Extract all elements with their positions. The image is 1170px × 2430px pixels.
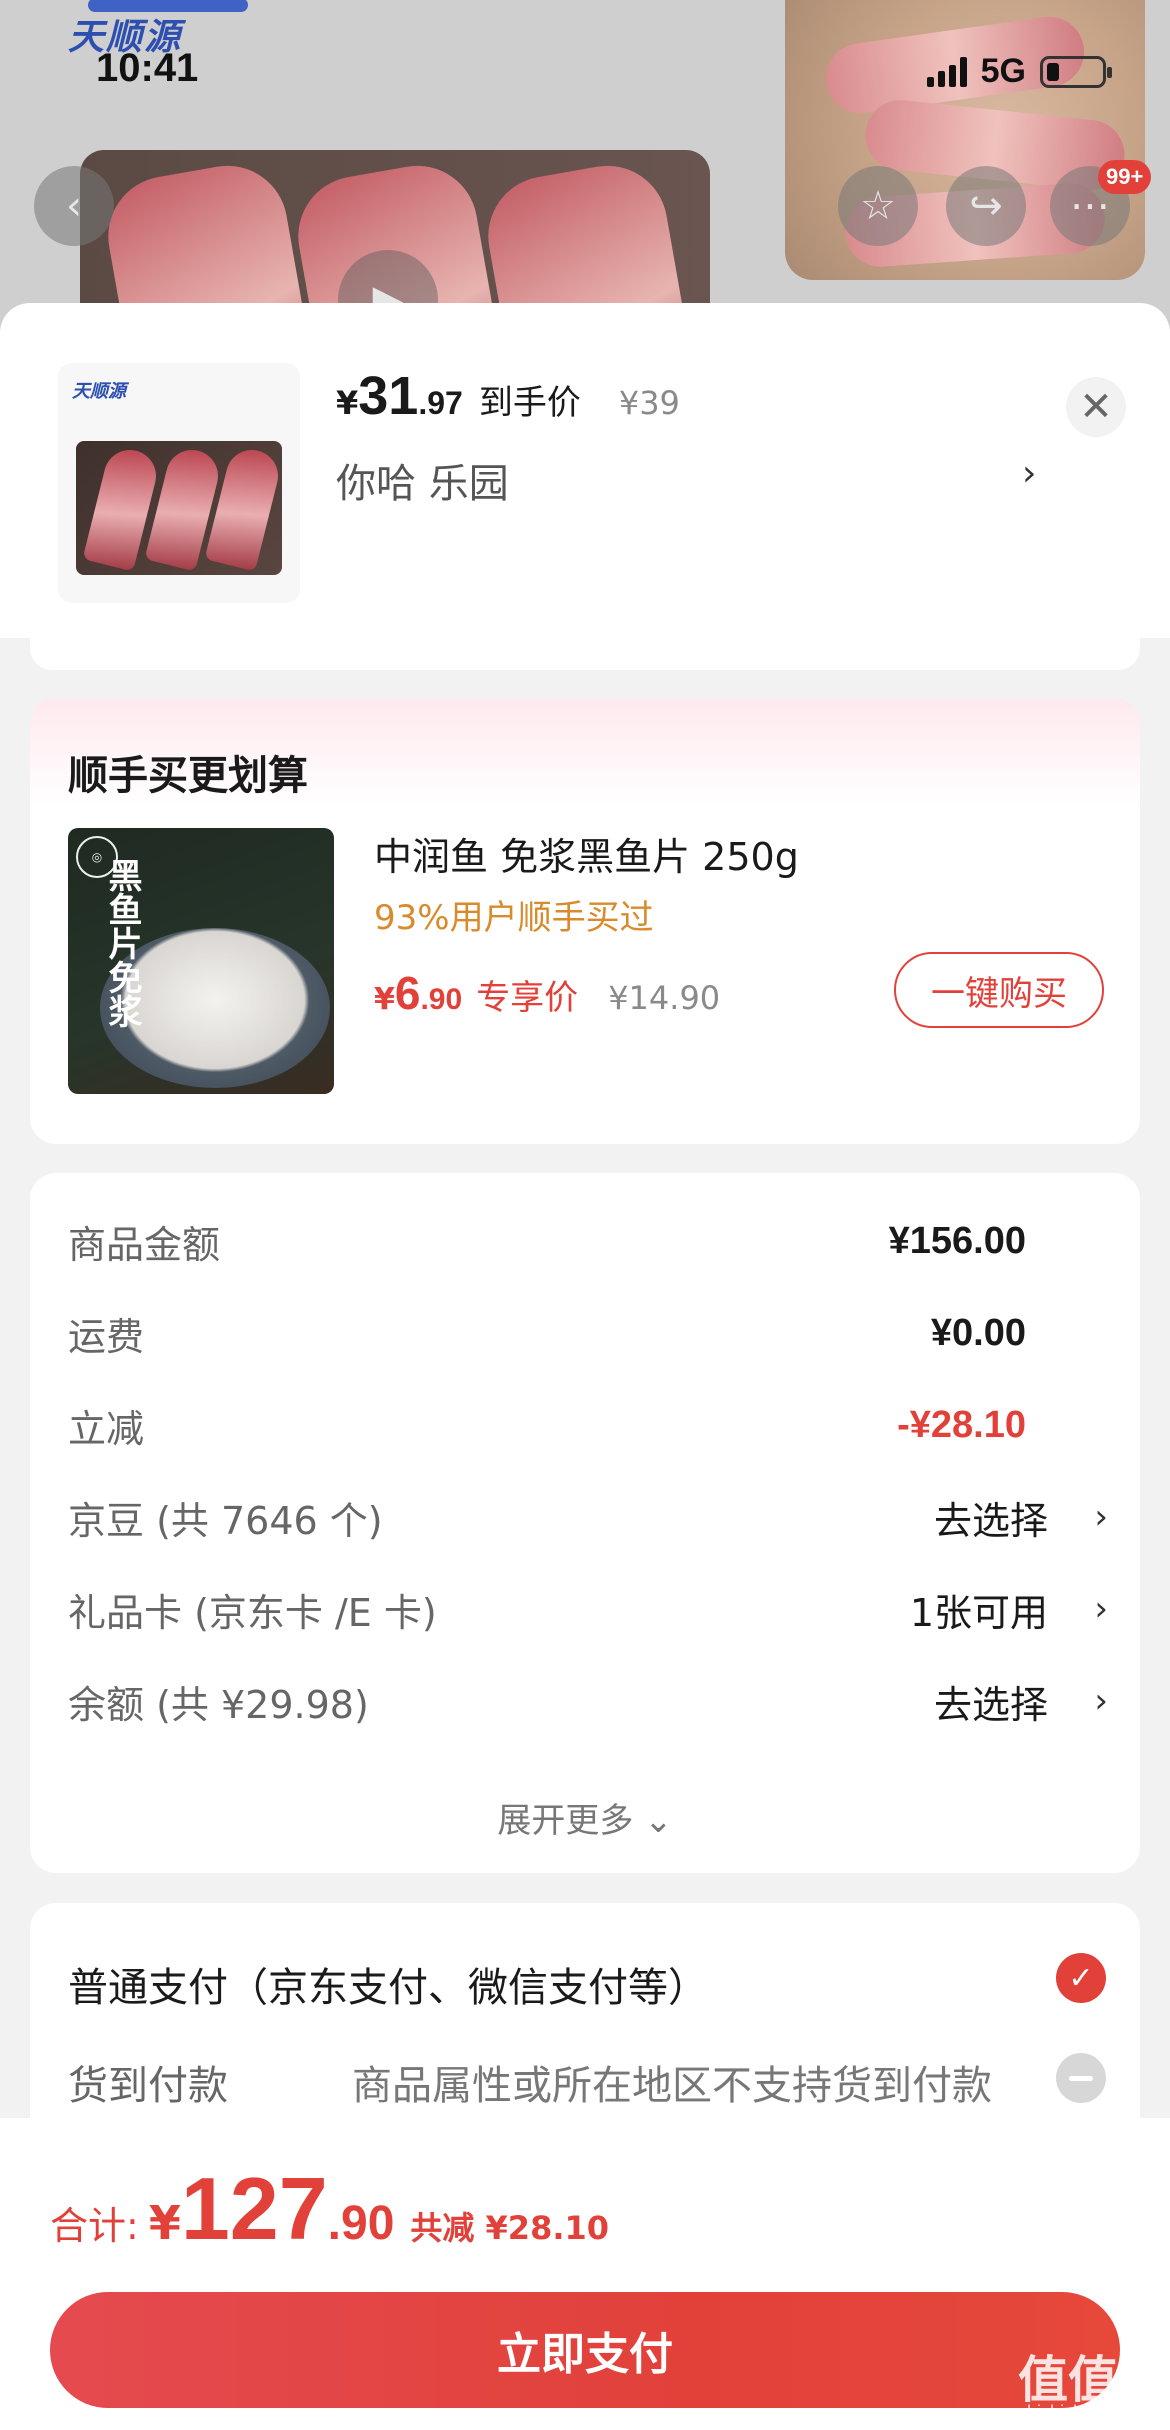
disabled-icon (1056, 2053, 1106, 2103)
share-icon[interactable]: ↪ (946, 166, 1026, 246)
signal-icon (926, 56, 967, 87)
upsell-product-name[interactable]: 中润鱼 免浆黑鱼片 250g (374, 826, 799, 881)
status-indicators: 5G (926, 52, 1112, 91)
summary-value: ¥0.00 (930, 1311, 1026, 1354)
upsell-price-currency: ¥ (374, 982, 395, 1017)
upsell-image-text: 黑鱼片免浆 (102, 858, 142, 1028)
summary-label: 运费 (68, 1314, 145, 1359)
summary-label: 立减 (68, 1406, 145, 1451)
summary-label: 余额 (共 ¥29.98) (68, 1682, 369, 1727)
network-label: 5G (980, 52, 1026, 90)
upsell-card: 顺手买更划算 ◎ 黑鱼片免浆 中润鱼 免浆黑鱼片 250g 93%用户顺手买过 … (30, 698, 1140, 1144)
payment-method-card: 普通支付（京东支付、微信支付等） ✓ 货到付款 商品属性或所在地区不支持货到付款 (30, 1903, 1140, 2123)
price-decimal: .97 (418, 385, 463, 421)
watermark-url: zhizhizhi.com (1018, 2402, 1127, 2422)
total-currency: ¥ (148, 2196, 181, 2250)
price-tag: 到手价 (478, 383, 581, 423)
battery-icon (1040, 55, 1112, 88)
checkout-footer: 合计: ¥ 127 .90 共减 ¥28.10 立即支付 (0, 2118, 1170, 2430)
original-price: ¥39 (618, 384, 680, 422)
summary-row-balance[interactable]: 余额 (共 ¥29.98) 去选择 › (68, 1671, 1108, 1731)
chevron-right-icon[interactable]: › (1094, 1681, 1108, 1721)
total-label: 合计: (50, 2204, 139, 2248)
chevron-right-icon[interactable]: › (1094, 1589, 1108, 1629)
price-currency: ¥ (336, 384, 359, 422)
summary-row-shipping: 运费 ¥0.00 (68, 1303, 1108, 1363)
upsell-original-price: ¥14.90 (608, 979, 721, 1017)
summary-label: 礼品卡 (京东卡 /E 卡) (68, 1590, 437, 1635)
summary-value: -¥28.10 (897, 1403, 1026, 1446)
background-product-page: 天顺源 10:41 5G ‹ ▶ ☆ ↪ ⋯ 99+ (0, 0, 1170, 330)
product-thumbnail: 天顺源 (58, 363, 300, 603)
thumb-brand: 天顺源 (72, 381, 126, 402)
upsell-price: ¥ 6 .90 专享价 ¥14.90 (374, 966, 720, 1020)
summary-value[interactable]: 1张可用 (910, 1582, 1048, 1637)
cart-badge: 99+ (1098, 160, 1152, 194)
total-saved: 共减 ¥28.10 (410, 2209, 610, 2247)
summary-label: 商品金额 (68, 1222, 221, 1267)
summary-row-goods: 商品金额 ¥156.00 (68, 1211, 1108, 1271)
summary-row-jingdou[interactable]: 京豆 (共 7646 个) 去选择 › (68, 1487, 1108, 1547)
upsell-product-image[interactable]: ◎ 黑鱼片免浆 (68, 828, 334, 1094)
upsell-price-integer: 6 (394, 967, 421, 1019)
price-summary-card: 商品金额 ¥156.00 运费 ¥0.00 立减 -¥28.10 京豆 (共 7… (30, 1173, 1140, 1873)
summary-value[interactable]: 去选择 (934, 1490, 1048, 1545)
favorite-icon[interactable]: ☆ (838, 166, 918, 246)
summary-row-giftcard[interactable]: 礼品卡 (京东卡 /E 卡) 1张可用 › (68, 1579, 1108, 1639)
upsell-stat: 93%用户顺手买过 (374, 898, 654, 938)
chevron-right-icon[interactable]: › (1022, 453, 1036, 494)
expand-more-button[interactable]: 展开更多 ⌄ (30, 1793, 1140, 1842)
product-price: ¥ 31 .97 到手价 ¥39 (336, 365, 680, 427)
one-click-buy-button[interactable]: 一键购买 (894, 952, 1104, 1028)
chevron-right-icon[interactable]: › (1094, 1497, 1108, 1537)
price-integer: 31 (358, 366, 419, 426)
close-icon[interactable]: ✕ (1066, 377, 1126, 437)
check-icon[interactable]: ✓ (1056, 1953, 1106, 2003)
summary-label: 京豆 (共 7646 个) (68, 1498, 383, 1543)
back-icon[interactable]: ‹ (34, 166, 114, 246)
total-integer: 127 (180, 2159, 328, 2258)
checkout-sheet: 天顺源 ¥ 31 .97 到手价 ¥39 你哈 乐园 › ✕ 顺手买更划算 ◎ … (0, 303, 1170, 2430)
summary-row-discount: 立减 -¥28.10 (68, 1395, 1108, 1455)
payment-option-normal[interactable]: 普通支付（京东支付、微信支付等） (68, 1955, 708, 2013)
payment-option-cod: 货到付款 (68, 2063, 228, 2109)
total-decimal: .90 (327, 2197, 395, 2250)
pay-now-button[interactable]: 立即支付 (50, 2292, 1120, 2408)
summary-value[interactable]: 去选择 (934, 1674, 1048, 1729)
summary-value: ¥156.00 (888, 1219, 1026, 1262)
sheet-header: 天顺源 ¥ 31 .97 到手价 ¥39 你哈 乐园 › ✕ (0, 303, 1170, 638)
status-time: 10:41 (96, 46, 199, 90)
address-card-bottom (30, 638, 1140, 670)
upsell-title: 顺手买更划算 (68, 753, 308, 799)
order-total: 合计: ¥ 127 .90 共减 ¥28.10 (50, 2158, 609, 2260)
payment-option-cod-note: 商品属性或所在地区不支持货到付款 (352, 2063, 992, 2109)
upsell-price-tag: 专享价 (476, 978, 579, 1018)
upsell-price-decimal: .90 (420, 983, 463, 1016)
spec-selector[interactable]: 你哈 乐园 (336, 451, 509, 509)
